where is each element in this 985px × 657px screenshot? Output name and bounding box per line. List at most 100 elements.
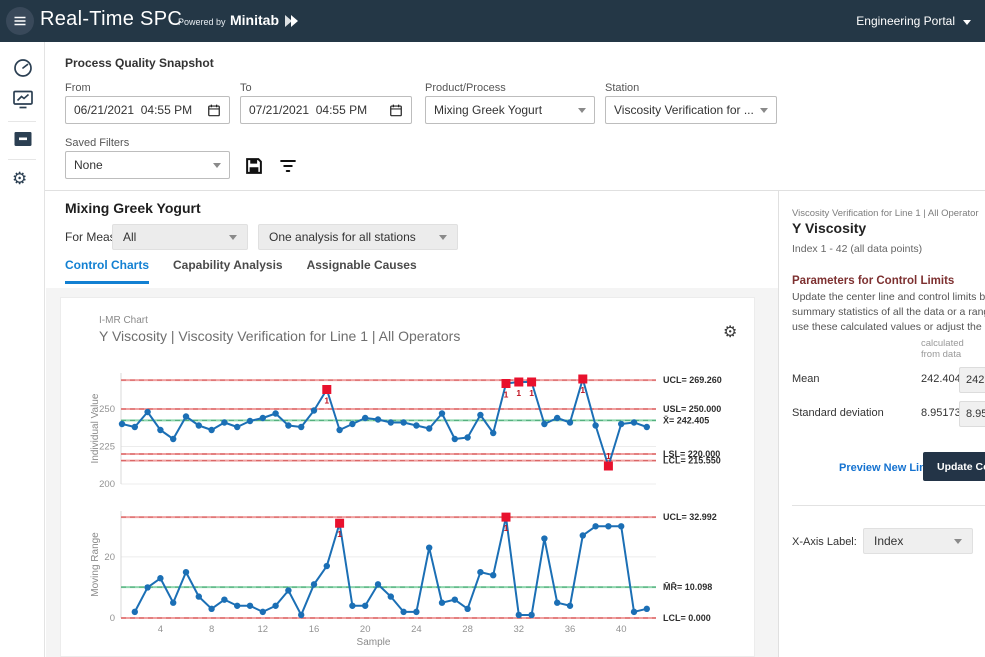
panel-subtitle: Viscosity Verification for Line 1 | All …	[792, 208, 979, 219]
station-label: Station	[605, 82, 639, 94]
svg-text:16: 16	[309, 624, 320, 635]
stdev-input[interactable]	[959, 401, 985, 427]
imr-chart-svg: UCL= 269.260USL= 250.000X̄= 242.405LSL= …	[71, 356, 756, 656]
app-root: Real-Time SPC Powered by Minitab Enginee…	[0, 0, 985, 657]
sidebar-item-monitoring monitor-chart-icon[interactable]	[12, 88, 34, 110]
calendar-icon	[207, 103, 221, 117]
calendar-icon	[389, 103, 403, 117]
svg-text:1: 1	[606, 451, 611, 461]
svg-text:X̄= 242.405: X̄= 242.405	[663, 415, 709, 425]
panel-title: Y Viscosity	[792, 220, 866, 236]
chevron-down-icon	[439, 235, 447, 240]
svg-text:24: 24	[411, 624, 422, 635]
section-title: Process Quality Snapshot	[65, 56, 214, 70]
product-process-label: Product/Process	[425, 82, 506, 94]
filter-button filter-lines-icon[interactable]	[278, 156, 298, 176]
svg-text:32: 32	[514, 624, 525, 635]
sidebar-item-dashboard gauge-icon[interactable]	[12, 57, 34, 79]
brand-name: Minitab	[230, 12, 279, 28]
x-axis-select[interactable]: Index	[863, 528, 973, 554]
mean-label: Mean	[792, 373, 820, 385]
svg-text:LCL= 0.000: LCL= 0.000	[663, 613, 711, 623]
svg-text:1: 1	[504, 523, 509, 533]
sidebar-divider	[8, 159, 36, 160]
imr-chart-card: I-MR Chart Y Viscosity | Viscosity Verif…	[60, 297, 755, 657]
measure-select[interactable]: All	[112, 224, 248, 250]
station-select[interactable]: Viscosity Verification for ...	[605, 96, 777, 124]
chevron-down-icon	[229, 235, 237, 240]
svg-text:1: 1	[529, 388, 534, 398]
params-description: summary statistics of all the data or a …	[792, 306, 985, 318]
chart-settings-button gear-icon[interactable]: ⚙	[723, 322, 737, 342]
hamburger-icon	[12, 13, 28, 29]
to-label: To	[240, 82, 252, 94]
powered-by-label: Powered by	[178, 17, 226, 27]
params-heading: Parameters for Control Limits	[792, 275, 954, 287]
panel-index-note: Index 1 - 42 (all data points)	[792, 243, 922, 255]
hamburger-menu-button[interactable]	[6, 7, 34, 35]
minitab-logo-icon	[284, 15, 299, 27]
chevron-down-icon	[760, 108, 768, 113]
svg-text:Sample: Sample	[357, 637, 391, 648]
calculated-column-header: from data	[921, 349, 961, 360]
from-date-input[interactable]: 06/21/2021 04:55 PM	[65, 96, 230, 124]
from-label: From	[65, 82, 91, 94]
app-title: Real-Time SPC	[40, 8, 182, 31]
svg-text:Moving Range: Moving Range	[90, 532, 101, 597]
tab-assignable-causes[interactable]: Assignable Causes	[307, 258, 417, 284]
svg-text:40: 40	[616, 624, 627, 635]
svg-text:1: 1	[516, 388, 521, 398]
product-process-select[interactable]: Mixing Greek Yogurt	[425, 96, 595, 124]
svg-text:28: 28	[462, 624, 473, 635]
top-header: Real-Time SPC Powered by Minitab Enginee…	[0, 0, 985, 42]
sidebar-item-settings gear-icon[interactable]: ⚙	[12, 169, 34, 191]
portal-selector[interactable]: Engineering Portal	[856, 14, 955, 28]
svg-text:1: 1	[580, 385, 585, 395]
svg-text:12: 12	[258, 624, 269, 635]
svg-text:4: 4	[158, 624, 163, 635]
svg-text:USL= 250.000: USL= 250.000	[663, 404, 721, 414]
x-axis-label: X-Axis Label:	[792, 536, 857, 548]
params-description: use these calculated values or adjust th…	[792, 321, 985, 333]
svg-text:1: 1	[504, 390, 509, 400]
svg-text:200: 200	[99, 479, 115, 490]
tab-bar: Control Charts Capability Analysis Assig…	[65, 258, 417, 284]
svg-text:1: 1	[324, 396, 329, 406]
mean-input[interactable]	[959, 367, 985, 393]
svg-text:250: 250	[99, 404, 115, 415]
tab-control-charts[interactable]: Control Charts	[65, 258, 149, 284]
chevron-down-icon	[213, 163, 221, 168]
svg-text:Individual Value: Individual Value	[90, 393, 101, 463]
analysis-mode-select[interactable]: One analysis for all stations	[258, 224, 458, 250]
saved-filters-select[interactable]: None	[65, 151, 230, 179]
params-description: Update the center line and control limit…	[792, 291, 985, 303]
chevron-down-icon	[578, 108, 586, 113]
svg-text:UCL= 32.992: UCL= 32.992	[663, 512, 717, 522]
chevron-down-icon	[954, 539, 962, 544]
chart-title: Y Viscosity | Viscosity Verification for…	[99, 328, 460, 344]
tab-capability-analysis[interactable]: Capability Analysis	[173, 258, 283, 284]
svg-text:36: 36	[565, 624, 576, 635]
saved-filters-label: Saved Filters	[65, 137, 129, 149]
chevron-down-icon	[963, 20, 971, 25]
save-filter-button floppy-icon[interactable]	[244, 156, 264, 176]
svg-text:225: 225	[99, 442, 115, 453]
left-sidebar: ⚙	[0, 42, 45, 657]
svg-text:1: 1	[337, 529, 342, 539]
panel-divider	[792, 505, 985, 506]
to-date-input[interactable]: 07/21/2021 04:55 PM	[240, 96, 412, 124]
chart-type-label: I-MR Chart	[99, 315, 148, 326]
svg-text:20: 20	[360, 624, 371, 635]
stdev-label: Standard deviation	[792, 407, 884, 419]
right-panel: Viscosity Verification for Line 1 | All …	[778, 191, 985, 657]
svg-text:20: 20	[104, 552, 115, 563]
update-control-limits-button[interactable]: Update Control Limits	[923, 452, 985, 481]
svg-text:M̄R̄= 10.098: M̄R̄= 10.098	[663, 582, 712, 592]
sidebar-item-archive archive-box-icon[interactable]	[12, 128, 34, 150]
page-title: Mixing Greek Yogurt	[65, 200, 201, 216]
svg-text:8: 8	[209, 624, 214, 635]
svg-text:0: 0	[110, 613, 115, 624]
svg-text:UCL= 269.260: UCL= 269.260	[663, 375, 722, 385]
sidebar-divider	[8, 121, 36, 122]
svg-text:LCL= 215.550: LCL= 215.550	[663, 456, 721, 466]
